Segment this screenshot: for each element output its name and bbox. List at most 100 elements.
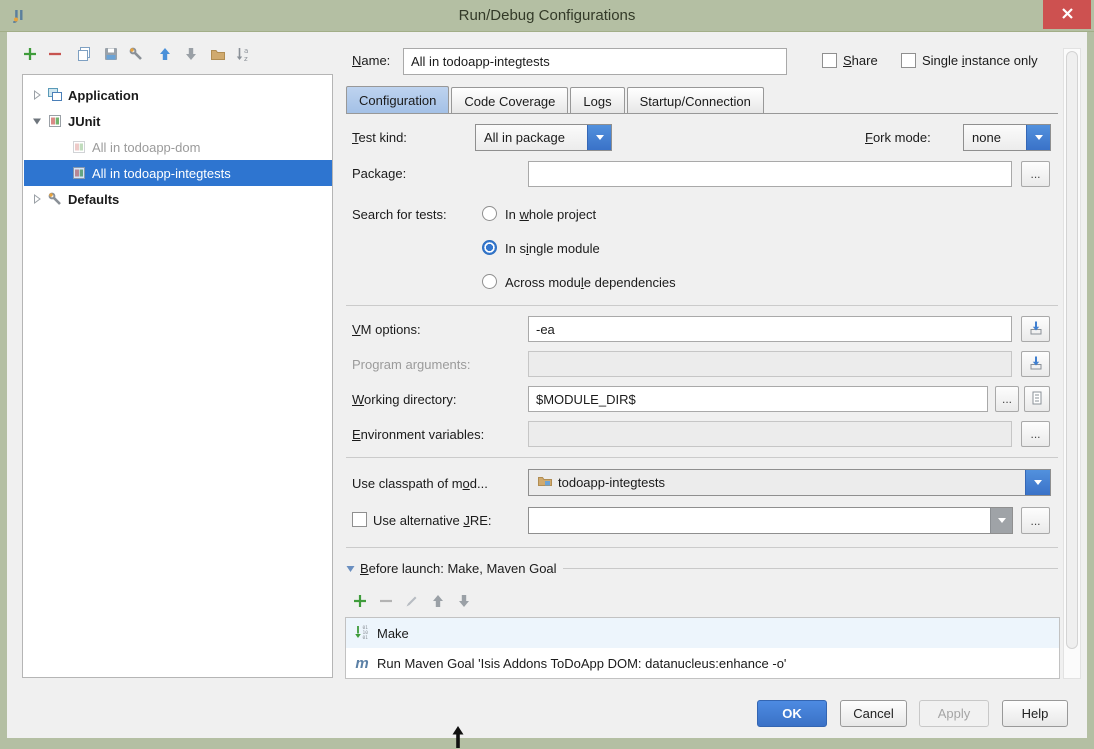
copy-configuration-button[interactable]: [76, 46, 92, 62]
classpath-module-dropdown[interactable]: todoapp-integtests: [528, 469, 1051, 496]
tab-configuration[interactable]: Configuration: [346, 86, 449, 114]
before-launch-item-make[interactable]: 011001 Make: [346, 618, 1059, 648]
tab-code-coverage[interactable]: Code Coverage: [451, 87, 568, 114]
before-launch-item-label: Run Maven Goal 'Isis Addons ToDoApp DOM:…: [377, 656, 786, 671]
vm-options-expand-button[interactable]: [1021, 316, 1050, 342]
tab-bar: Configuration Code Coverage Logs Startup…: [346, 86, 766, 114]
tree-item-junit[interactable]: JUnit: [24, 108, 332, 134]
before-launch-list: 011001 Make m Run Maven Goal 'Isis Addon…: [345, 617, 1060, 679]
name-input[interactable]: All in todoapp-integtests: [403, 48, 787, 75]
ellipsis-icon: ...: [1030, 427, 1040, 441]
before-launch-header[interactable]: Before launch: Make, Maven Goal: [346, 561, 1058, 576]
make-icon: 011001: [354, 624, 370, 643]
ellipsis-icon: ...: [1030, 167, 1040, 181]
expand-field-icon: [1028, 355, 1044, 374]
expand-arrow-icon[interactable]: [29, 194, 45, 204]
before-launch-title: Before launch: Make, Maven Goal: [360, 561, 557, 576]
maven-icon: m: [354, 655, 370, 672]
tab-divider: [346, 113, 1058, 114]
test-kind-dropdown[interactable]: All in package: [475, 124, 612, 151]
configurations-tree: Application JUnit All in todoapp-dom All…: [22, 74, 333, 678]
separator: [346, 305, 1058, 306]
close-button[interactable]: [1043, 0, 1091, 29]
junit-icon: [71, 139, 87, 155]
radio-in-single-module[interactable]: [482, 240, 497, 255]
package-label: Package:: [352, 166, 406, 181]
new-folder-button[interactable]: [210, 46, 226, 62]
working-directory-input[interactable]: $MODULE_DIR$: [528, 386, 988, 412]
help-button[interactable]: Help: [1002, 700, 1068, 727]
before-launch-move-down-button[interactable]: [456, 593, 472, 609]
vertical-scrollbar[interactable]: [1063, 48, 1081, 679]
expand-field-icon: [1028, 320, 1044, 339]
fork-mode-value: none: [972, 130, 1001, 145]
working-directory-label: Working directory:: [352, 392, 457, 407]
ellipsis-icon: ...: [1002, 392, 1012, 406]
collapse-triangle-icon[interactable]: [346, 564, 355, 573]
radio-across-module-dependencies[interactable]: [482, 274, 497, 289]
defaults-icon: [47, 191, 63, 207]
chevron-down-icon[interactable]: [1026, 125, 1050, 150]
add-configuration-button[interactable]: [22, 46, 38, 62]
vm-options-input[interactable]: -ea: [528, 316, 1012, 342]
remove-configuration-button[interactable]: [47, 46, 63, 62]
collapse-arrow-icon[interactable]: [29, 116, 45, 126]
chevron-down-icon[interactable]: [587, 125, 611, 150]
radio-in-single-module-label: In single module: [505, 241, 600, 256]
tree-item-application[interactable]: Application: [24, 82, 332, 108]
program-arguments-expand-button[interactable]: [1021, 351, 1050, 377]
before-launch-move-up-button[interactable]: [430, 593, 446, 609]
separator: [346, 547, 1058, 548]
search-for-tests-label: Search for tests:: [352, 207, 447, 222]
radio-in-whole-project[interactable]: [482, 206, 497, 221]
tree-item-label: Application: [68, 88, 139, 103]
chevron-down-icon[interactable]: [1025, 470, 1050, 495]
window-title: Run/Debug Configurations: [0, 7, 1094, 24]
single-instance-checkbox[interactable]: [901, 53, 916, 68]
move-down-button[interactable]: [183, 46, 199, 62]
move-up-button[interactable]: [157, 46, 173, 62]
use-alternative-jre-checkbox[interactable]: [352, 512, 367, 527]
save-configuration-button[interactable]: [103, 46, 119, 62]
expand-arrow-icon[interactable]: [29, 90, 45, 100]
tree-item-all-in-todoapp-integtests[interactable]: All in todoapp-integtests: [24, 160, 332, 186]
chevron-down-icon[interactable]: [990, 508, 1012, 533]
working-directory-macros-button[interactable]: [1024, 386, 1050, 412]
use-classpath-label: Use classpath of mod...: [352, 476, 488, 491]
tab-logs[interactable]: Logs: [570, 87, 624, 114]
apply-button: Apply: [919, 700, 989, 727]
alternative-jre-browse-button[interactable]: ...: [1021, 507, 1050, 534]
package-input[interactable]: [528, 161, 1012, 187]
environment-variables-input: [528, 421, 1012, 447]
cancel-button[interactable]: Cancel: [840, 700, 907, 727]
before-launch-edit-button[interactable]: [404, 593, 420, 609]
environment-variables-browse-button[interactable]: ...: [1021, 421, 1050, 447]
before-launch-item-maven-goal[interactable]: m Run Maven Goal 'Isis Addons ToDoApp DO…: [346, 648, 1059, 678]
use-alternative-jre-label: Use alternative JRE:: [373, 513, 492, 528]
fork-mode-dropdown[interactable]: none: [963, 124, 1051, 151]
ok-button[interactable]: OK: [757, 700, 827, 727]
close-icon: [1061, 7, 1074, 23]
vm-options-label: VM options:: [352, 322, 421, 337]
classpath-module-value: todoapp-integtests: [558, 475, 665, 490]
sort-alphabetically-button[interactable]: az: [235, 46, 251, 62]
alternative-jre-dropdown[interactable]: [528, 507, 1013, 534]
working-directory-browse-button[interactable]: ...: [995, 386, 1019, 412]
package-browse-button[interactable]: ...: [1021, 161, 1050, 187]
tab-startup-connection[interactable]: Startup/Connection: [627, 87, 764, 114]
before-launch-remove-button[interactable]: [378, 593, 394, 609]
tree-item-all-in-todoapp-dom[interactable]: All in todoapp-dom: [24, 134, 332, 160]
scrollbar-thumb[interactable]: [1066, 51, 1078, 649]
separator: [346, 457, 1058, 458]
tree-item-label: All in todoapp-dom: [92, 140, 200, 155]
module-icon: [537, 473, 553, 492]
tree-item-label: JUnit: [68, 114, 101, 129]
name-label: Name:: [352, 53, 390, 68]
fork-mode-label: Fork mode:: [865, 130, 931, 145]
edit-defaults-button[interactable]: [128, 46, 144, 62]
tree-item-defaults[interactable]: Defaults: [24, 186, 332, 212]
before-launch-add-button[interactable]: [352, 593, 368, 609]
tree-item-label: Defaults: [68, 192, 119, 207]
share-checkbox[interactable]: [822, 53, 837, 68]
working-directory-value: $MODULE_DIR$: [536, 392, 636, 407]
